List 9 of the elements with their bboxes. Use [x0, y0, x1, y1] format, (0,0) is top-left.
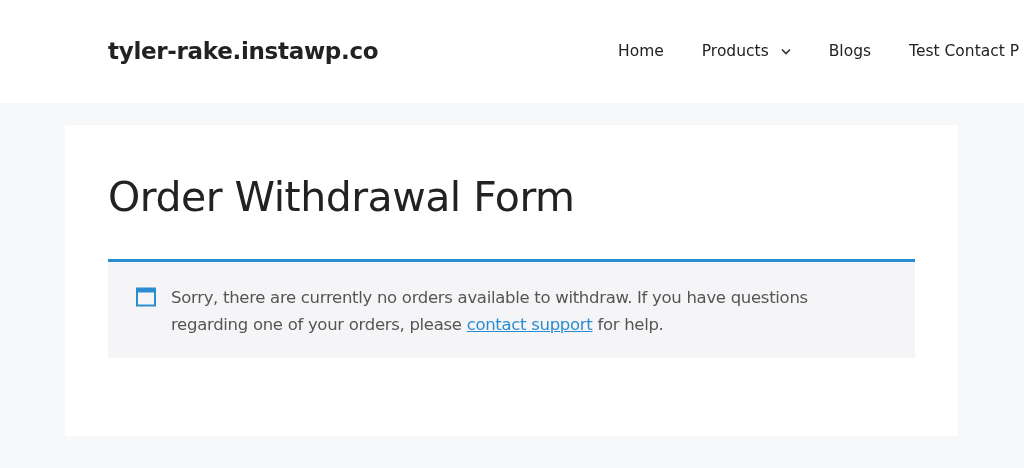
notice-message: Sorry, there are currently no orders available to withdraw. If you have questions regarding one of your orders, please contact support for help.	[171, 287, 809, 337]
nav-link[interactable]: Test Contact P	[909, 39, 1020, 64]
chevron-down-icon	[780, 48, 791, 55]
nav-link[interactable]: Home	[618, 39, 664, 64]
site-title[interactable]: tyler-rake.instawp.co	[108, 34, 558, 69]
page-title: Order Withdrawal Form	[108, 172, 576, 223]
nav-link[interactable]: Blogs	[828, 39, 872, 64]
nav-link[interactable]: Products	[701, 39, 791, 64]
window-icon	[136, 287, 156, 308]
